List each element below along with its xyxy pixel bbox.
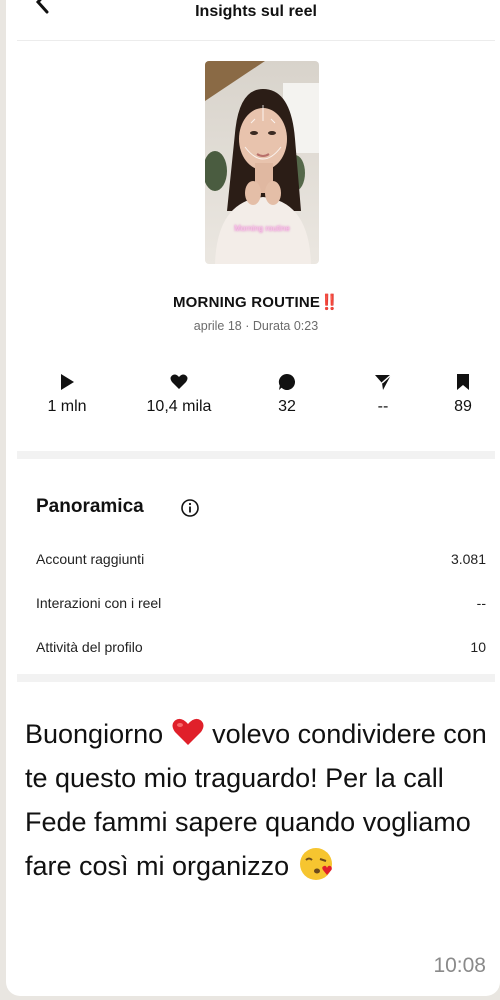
overview-row-profile-activity[interactable]: Attività del profilo 10 — [36, 639, 486, 655]
overview-row-reel-interactions[interactable]: Interazioni con i reel -- — [36, 595, 486, 611]
chat-message-bubble[interactable]: Insights sul reel Morning routine MORNIN… — [6, 0, 500, 996]
stat-comments[interactable]: 32 — [237, 372, 337, 416]
stat-saves[interactable]: 89 — [413, 372, 495, 416]
insights-header: Insights sul reel — [17, 0, 495, 41]
stat-comments-value: 32 — [278, 398, 296, 415]
row-value: -- — [476, 595, 486, 611]
stat-plays[interactable]: 1 mln — [17, 372, 117, 416]
thumbnail-caption: Morning routine — [234, 224, 290, 233]
message-timestamp: 10:08 — [433, 954, 486, 977]
face-blowing-kiss-emoji — [299, 848, 332, 880]
play-icon — [61, 374, 74, 390]
double-exclamation-emoji: ‼️ — [320, 294, 340, 311]
send-icon — [375, 374, 392, 390]
row-label: Account raggiunti — [36, 551, 145, 567]
stat-saves-value: 89 — [454, 398, 472, 415]
row-label: Interazioni con i reel — [36, 595, 162, 611]
comment-icon — [278, 373, 296, 390]
info-icon[interactable] — [180, 498, 200, 518]
overview-title: Panoramica — [36, 496, 144, 517]
row-value: 3.081 — [450, 551, 486, 567]
reel-thumbnail-image — [205, 61, 319, 264]
stat-likes-value: 10,4 mila — [146, 398, 212, 415]
header-title: Insights sul reel — [195, 3, 317, 20]
reel-thumbnail[interactable]: Morning routine — [205, 61, 319, 264]
row-value: 10 — [470, 639, 486, 655]
stat-plays-value: 1 mln — [47, 398, 87, 415]
reel-meta: aprile 18 · Durata 0:23 — [193, 319, 319, 333]
red-heart-emoji — [172, 718, 204, 745]
reel-title: MORNING ROUTINE‼️ — [172, 294, 340, 311]
heart-icon — [170, 374, 188, 389]
bookmark-icon — [457, 374, 469, 390]
section-divider-bottom — [17, 674, 495, 682]
row-label: Attività del profilo — [36, 639, 143, 655]
section-divider — [17, 451, 495, 459]
shared-screenshot[interactable]: Insights sul reel Morning routine MORNIN… — [17, 0, 495, 682]
message-text: Buongiorno volevo condividere con te que… — [25, 718, 487, 881]
stat-likes[interactable]: 10,4 mila — [129, 372, 229, 416]
overview-row-accounts-reached[interactable]: Account raggiunti 3.081 — [36, 551, 486, 567]
